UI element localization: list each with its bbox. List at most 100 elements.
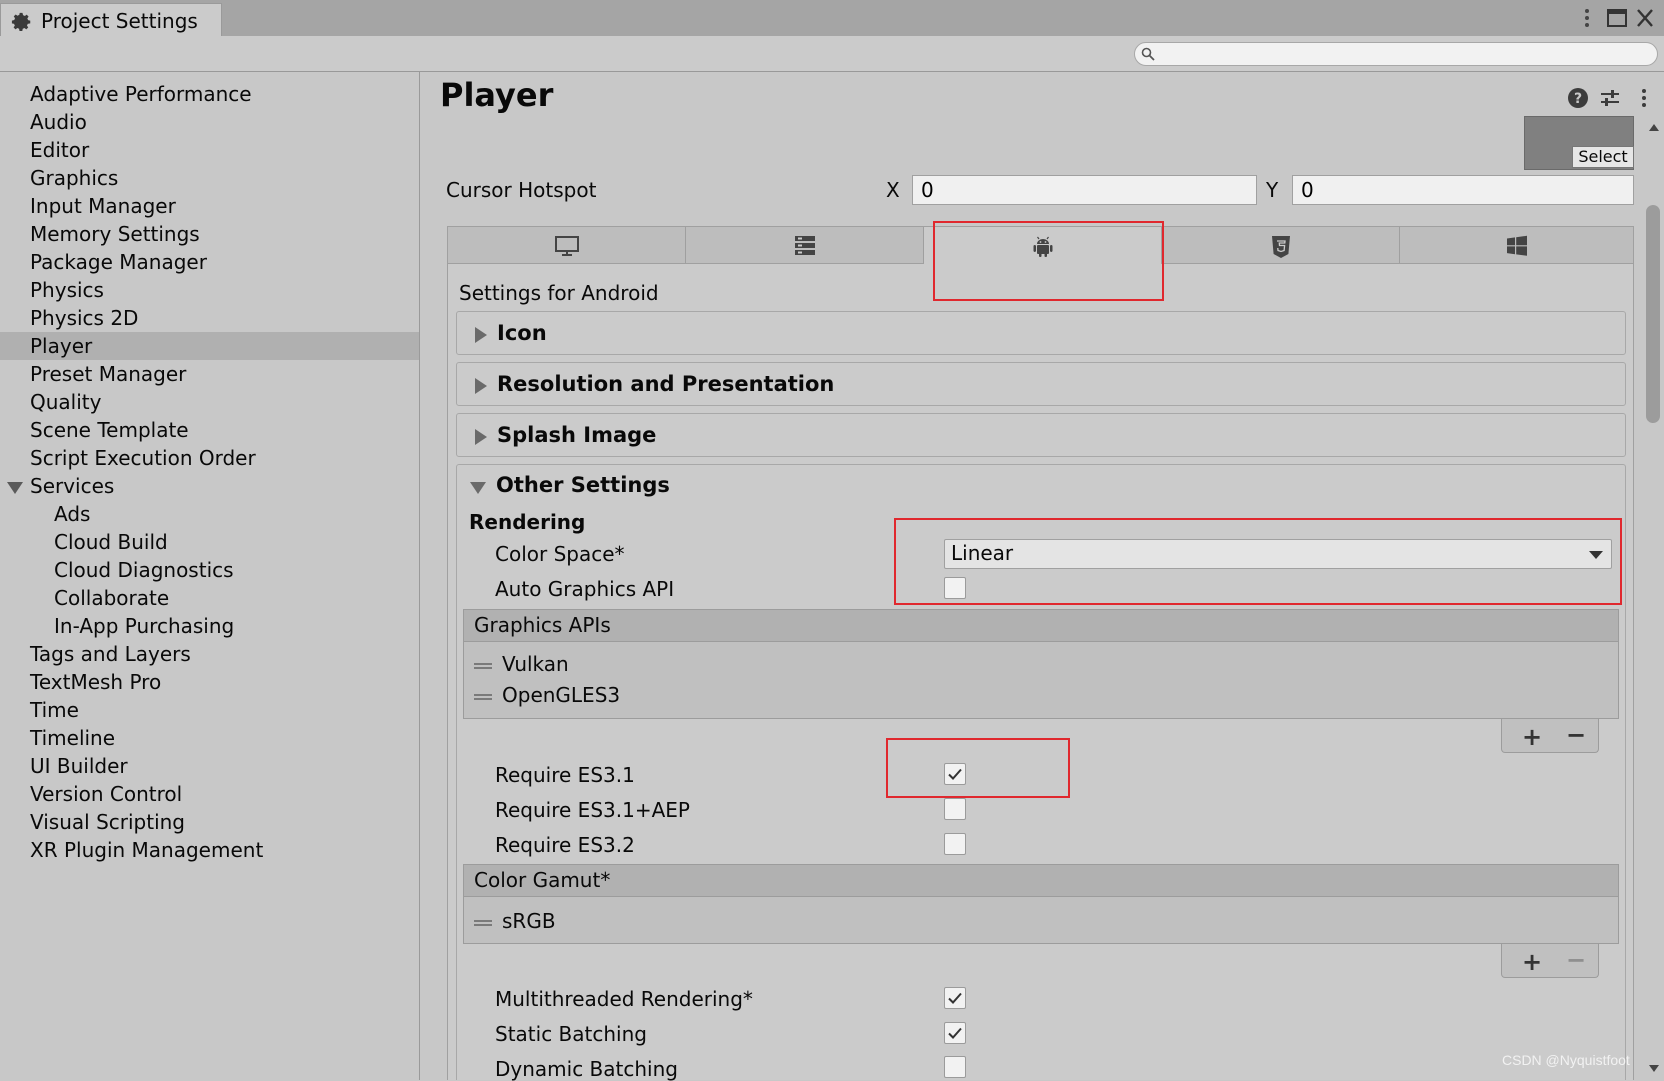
scroll-up-arrow-icon[interactable] xyxy=(1648,122,1660,132)
dynamic-batching-checkbox[interactable] xyxy=(944,1056,966,1078)
highlight-box-color-space xyxy=(894,518,1622,605)
sidebar-item-visual-scripting[interactable]: Visual Scripting xyxy=(0,808,419,836)
page-title: Player xyxy=(440,76,554,114)
sidebar-item-adaptive-performance[interactable]: Adaptive Performance xyxy=(0,80,419,108)
tab-windows[interactable] xyxy=(1400,227,1633,263)
require-es32-checkbox[interactable] xyxy=(944,833,966,855)
close-icon[interactable] xyxy=(1632,6,1658,30)
sidebar-item-script-execution-order[interactable]: Script Execution Order xyxy=(0,444,419,472)
sidebar-item-label: Cloud Build xyxy=(54,530,168,554)
foldout-other-settings[interactable]: Other Settings xyxy=(456,464,1626,508)
sidebar-item-player[interactable]: Player xyxy=(0,332,419,360)
sidebar-item-time[interactable]: Time xyxy=(0,696,419,724)
foldout-resolution-and-presentation[interactable]: Resolution and Presentation xyxy=(456,362,1626,406)
sidebar-item-collaborate[interactable]: Collaborate xyxy=(0,584,419,612)
remove-button[interactable]: − xyxy=(1566,721,1586,749)
sidebar-item-label: Adaptive Performance xyxy=(30,82,252,106)
help-icon[interactable]: ? xyxy=(1566,86,1590,110)
window-tab[interactable]: Project Settings xyxy=(0,3,222,37)
preset-sliders-icon[interactable] xyxy=(1598,86,1622,110)
remove-button: − xyxy=(1566,946,1587,974)
list-item-vulkan[interactable]: Vulkan xyxy=(464,650,1618,680)
sidebar-item-label: Graphics xyxy=(30,166,119,190)
sidebar-item-ui-builder[interactable]: UI Builder xyxy=(0,752,419,780)
sidebar-item-label: Memory Settings xyxy=(30,222,200,246)
sidebar-item-package-manager[interactable]: Package Manager xyxy=(0,248,419,276)
sidebar-item-cloud-diagnostics[interactable]: Cloud Diagnostics xyxy=(0,556,419,584)
graphics-apis-add-remove: + − xyxy=(1501,719,1599,753)
checkmark-icon xyxy=(948,992,962,1004)
drag-handle-icon[interactable] xyxy=(474,920,492,926)
sidebar-item-services[interactable]: Services xyxy=(0,472,419,500)
sidebar-item-label: Cloud Diagnostics xyxy=(54,558,234,582)
kebab-menu-icon[interactable] xyxy=(1632,86,1656,110)
tab-standalone[interactable] xyxy=(448,227,686,263)
list-item-opengles3[interactable]: OpenGLES3 xyxy=(464,681,1618,711)
sidebar-item-ads[interactable]: Ads xyxy=(0,500,419,528)
static-batching-label: Static Batching xyxy=(495,1022,647,1046)
collapsed-arrow-icon xyxy=(475,327,487,343)
sidebar-item-physics-2d[interactable]: Physics 2D xyxy=(0,304,419,332)
require-es31-aep-checkbox[interactable] xyxy=(944,798,966,820)
sidebar-item-audio[interactable]: Audio xyxy=(0,108,419,136)
sidebar-item-physics[interactable]: Physics xyxy=(0,276,419,304)
foldout-title: Icon xyxy=(497,321,547,345)
scroll-down-arrow-icon[interactable] xyxy=(1648,1064,1660,1074)
graphics-apis-header: Graphics APIs xyxy=(464,610,1618,642)
cursor-hotspot-y-field[interactable] xyxy=(1292,175,1637,205)
sidebar-item-textmesh-pro[interactable]: TextMesh Pro xyxy=(0,668,419,696)
list-header-label: Graphics APIs xyxy=(474,613,611,637)
require-es32-label: Require ES3.2 xyxy=(495,833,635,857)
sidebar-item-input-manager[interactable]: Input Manager xyxy=(0,192,419,220)
html5-icon xyxy=(1271,236,1290,258)
scrollbar-thumb[interactable] xyxy=(1646,205,1660,423)
select-texture-button[interactable]: Select xyxy=(1572,146,1634,168)
sidebar-item-graphics[interactable]: Graphics xyxy=(0,164,419,192)
cursor-hotspot-y-input[interactable] xyxy=(1299,177,1637,203)
cursor-hotspot-x-label: X xyxy=(886,178,900,202)
sidebar-item-label: Ads xyxy=(54,502,91,526)
sidebar-item-timeline[interactable]: Timeline xyxy=(0,724,419,752)
highlight-box-require-es31 xyxy=(886,738,1070,798)
expand-arrow-icon[interactable] xyxy=(7,482,23,494)
sidebar-item-memory-settings[interactable]: Memory Settings xyxy=(0,220,419,248)
foldout-splash-image[interactable]: Splash Image xyxy=(456,413,1626,457)
maximize-icon[interactable] xyxy=(1604,6,1630,30)
sidebar-item-preset-manager[interactable]: Preset Manager xyxy=(0,360,419,388)
require-es31-aep-label: Require ES3.1+AEP xyxy=(495,798,690,822)
sidebar-item-cloud-build[interactable]: Cloud Build xyxy=(0,528,419,556)
auto-graphics-api-label: Auto Graphics API xyxy=(495,577,675,601)
sidebar-item-label: TextMesh Pro xyxy=(30,670,162,694)
list-item-srgb[interactable]: sRGB xyxy=(464,907,1618,937)
dynamic-batching-label: Dynamic Batching xyxy=(495,1057,678,1081)
multithreaded-rendering-checkbox[interactable] xyxy=(944,987,966,1009)
sidebar-item-tags-and-layers[interactable]: Tags and Layers xyxy=(0,640,419,668)
sidebar-item-label: Services xyxy=(30,474,115,498)
sidebar-item-quality[interactable]: Quality xyxy=(0,388,419,416)
tab-webgl[interactable] xyxy=(1162,227,1400,263)
search-field[interactable] xyxy=(1134,42,1658,66)
drag-handle-icon[interactable] xyxy=(474,663,492,669)
sidebar-item-editor[interactable]: Editor xyxy=(0,136,419,164)
static-batching-checkbox[interactable] xyxy=(944,1022,966,1044)
tab-server[interactable] xyxy=(686,227,924,263)
add-button[interactable]: + xyxy=(1522,723,1542,751)
drag-handle-icon[interactable] xyxy=(474,694,492,700)
sidebar-item-label: Tags and Layers xyxy=(30,642,191,666)
add-button[interactable]: + xyxy=(1522,948,1542,976)
foldout-icon[interactable]: Icon xyxy=(456,311,1626,355)
list-item-label: OpenGLES3 xyxy=(502,683,621,707)
sidebar-item-label: UI Builder xyxy=(30,754,128,778)
search-input[interactable] xyxy=(1159,45,1643,65)
sidebar-item-label: Visual Scripting xyxy=(30,810,185,834)
sidebar-item-in-app-purchasing[interactable]: In-App Purchasing xyxy=(0,612,419,640)
cursor-hotspot-x-input[interactable] xyxy=(919,177,1260,203)
sidebar-item-version-control[interactable]: Version Control xyxy=(0,780,419,808)
sidebar-item-scene-template[interactable]: Scene Template xyxy=(0,416,419,444)
sidebar-item-xr-plugin-management[interactable]: XR Plugin Management xyxy=(0,836,419,864)
sidebar-item-label: Physics 2D xyxy=(30,306,139,330)
collapsed-arrow-icon xyxy=(475,429,487,445)
more-options-icon[interactable] xyxy=(1574,6,1600,30)
cursor-hotspot-x-field[interactable] xyxy=(912,175,1260,205)
graphics-apis-list: Graphics APIs Vulkan OpenGLES3 xyxy=(463,609,1619,719)
